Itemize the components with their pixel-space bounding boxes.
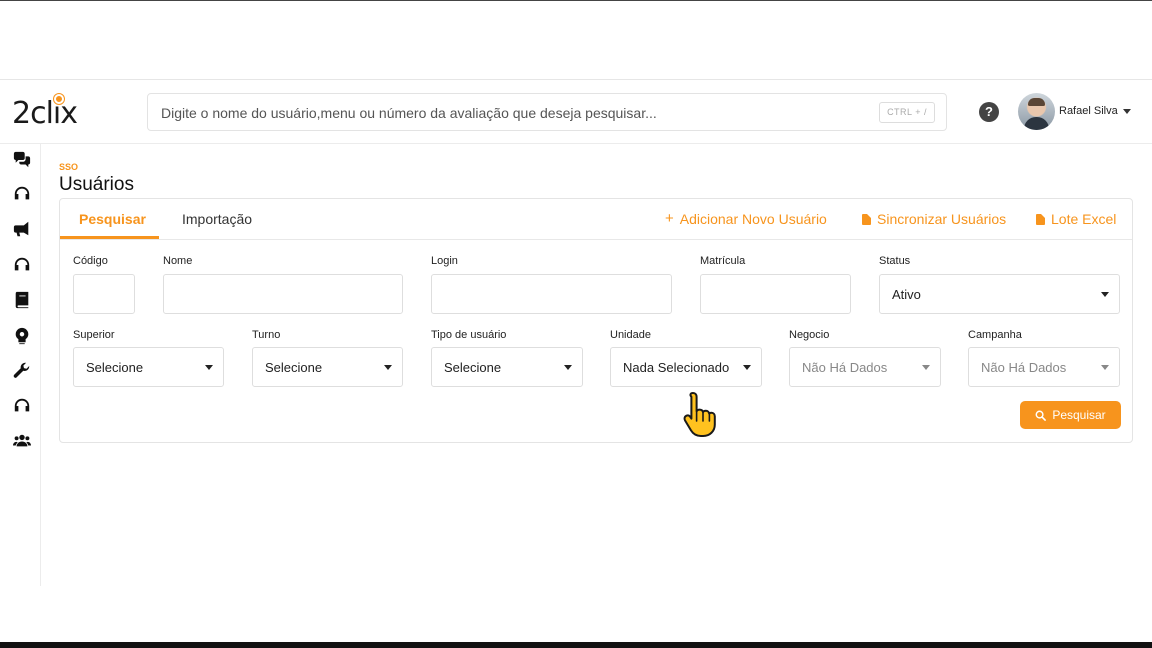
superior-value: Selecione [86, 360, 144, 375]
superior-select[interactable]: Selecione [73, 347, 224, 387]
user-name: Rafael Silva [1059, 105, 1118, 117]
negocio-value: Não Há Dados [802, 360, 888, 375]
batch-excel-label: Lote Excel [1051, 211, 1117, 227]
search-button-label: Pesquisar [1052, 408, 1106, 422]
search-shortcut-hint: CTRL + / [879, 102, 935, 123]
logo-text: 2clix [12, 96, 78, 131]
top-header: 2clix Digite o nome do usuário,menu ou n… [0, 80, 1152, 144]
breadcrumb[interactable]: SSO [59, 162, 78, 172]
campanha-select[interactable]: Não Há Dados [968, 347, 1120, 387]
filter-panel: Pesquisar Importação + Adicionar Novo Us… [59, 198, 1133, 443]
chevron-down-icon [1101, 365, 1109, 370]
campanha-value: Não Há Dados [981, 360, 1067, 375]
page-title: Usuários [59, 174, 134, 195]
campanha-label: Campanha [968, 329, 1022, 341]
add-user-label: Adicionar Novo Usuário [679, 211, 827, 227]
chevron-down-icon [205, 365, 213, 370]
logo[interactable]: 2clix [12, 94, 84, 131]
user-menu[interactable]: Rafael Silva [1059, 105, 1131, 117]
tab-pesquisar[interactable]: Pesquisar [79, 211, 146, 227]
chevron-down-icon [564, 365, 572, 370]
hand-pointer-cursor-icon [683, 392, 716, 437]
app-window: 2clix Digite o nome do usuário,menu ou n… [0, 79, 1152, 586]
nome-input[interactable] [163, 274, 403, 314]
plus-icon: + [665, 210, 674, 227]
users-icon[interactable] [12, 431, 32, 451]
turno-select[interactable]: Selecione [252, 347, 403, 387]
headset-icon[interactable] [12, 184, 32, 204]
unidade-label: Unidade [610, 329, 651, 341]
chevron-down-icon [743, 365, 751, 370]
help-icon[interactable]: ? [979, 102, 999, 122]
bottom-border [0, 642, 1152, 648]
search-icon [1035, 410, 1047, 421]
logo-dot-icon [54, 94, 64, 104]
matricula-input[interactable] [700, 274, 851, 314]
status-value: Ativo [892, 287, 921, 302]
file-icon [862, 213, 871, 225]
tab-bar: Pesquisar Importação + Adicionar Novo Us… [60, 199, 1132, 240]
nome-label: Nome [163, 255, 193, 267]
superior-label: Superior [73, 329, 115, 341]
status-select[interactable]: Ativo [879, 274, 1120, 314]
codigo-label: Código [73, 255, 108, 267]
book-icon[interactable] [12, 290, 32, 310]
turno-label: Turno [252, 329, 281, 341]
login-input[interactable] [431, 274, 672, 314]
unidade-select[interactable]: Nada Selecionado [610, 347, 762, 387]
negocio-select[interactable]: Não Há Dados [789, 347, 941, 387]
batch-excel-button[interactable]: Lote Excel [1036, 211, 1116, 227]
user-avatar[interactable] [1018, 93, 1055, 130]
tipo-usuario-select[interactable]: Selecione [431, 347, 583, 387]
turno-value: Selecione [265, 360, 323, 375]
headset-icon[interactable] [12, 396, 32, 416]
sync-users-button[interactable]: Sincronizar Usuários [862, 211, 1006, 227]
top-border [0, 0, 1152, 1]
search-button[interactable]: Pesquisar [1020, 401, 1121, 429]
add-user-button[interactable]: + Adicionar Novo Usuário [665, 211, 827, 227]
codigo-input[interactable] [73, 274, 135, 314]
screen: 2clix Digite o nome do usuário,menu ou n… [0, 0, 1152, 648]
login-label: Login [431, 255, 458, 267]
chevron-down-icon [384, 365, 392, 370]
status-label: Status [879, 255, 911, 267]
tab-importacao[interactable]: Importação [182, 211, 252, 227]
tipo-usuario-label: Tipo de usuário [431, 329, 507, 341]
matricula-label: Matrícula [700, 255, 746, 267]
chevron-down-icon [1101, 292, 1109, 297]
file-icon [1036, 213, 1045, 225]
settings-bulb-icon[interactable] [12, 326, 32, 346]
active-tab-indicator [60, 236, 159, 239]
negocio-label: Negocio [789, 329, 830, 341]
global-search-input[interactable]: Digite o nome do usuário,menu ou número … [147, 93, 947, 131]
search-placeholder: Digite o nome do usuário,menu ou número … [161, 105, 657, 121]
sync-users-label: Sincronizar Usuários [877, 211, 1007, 227]
headset-icon[interactable] [12, 255, 32, 275]
tipo-usuario-value: Selecione [444, 360, 502, 375]
megaphone-icon[interactable] [12, 219, 32, 239]
unidade-value: Nada Selecionado [623, 360, 730, 375]
chevron-down-icon [922, 365, 930, 370]
wrench-icon[interactable] [12, 361, 32, 381]
chevron-down-icon [1122, 108, 1131, 114]
sidebar [0, 144, 41, 586]
chat-icon[interactable] [12, 150, 32, 170]
